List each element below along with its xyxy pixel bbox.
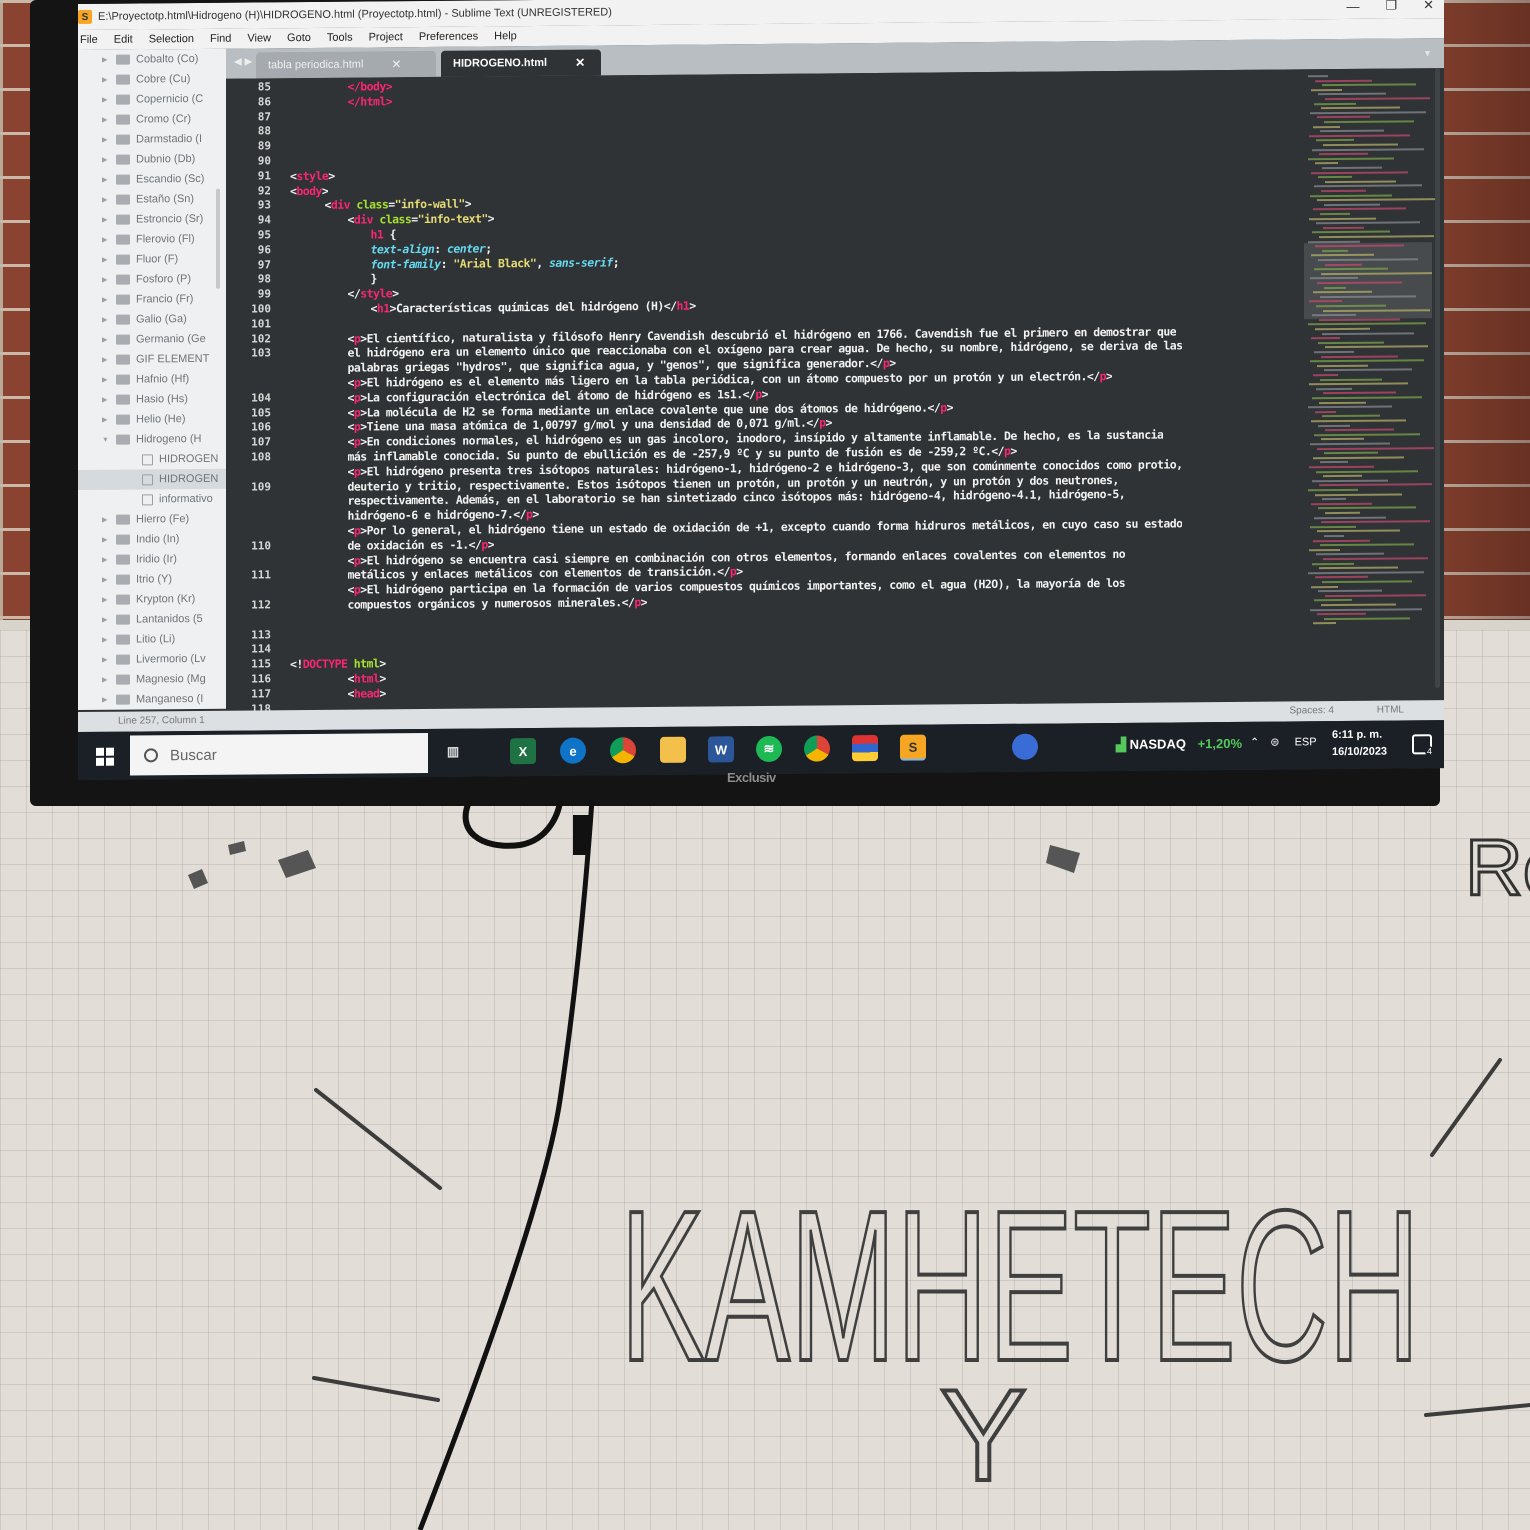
cable-connector <box>573 815 589 855</box>
corner-handwriting: Re <box>1465 823 1530 912</box>
tape-residue <box>188 841 1080 889</box>
power-cable <box>417 799 595 1530</box>
y-handwriting: Y <box>940 1362 1027 1508</box>
whiteboard-drawing: KAMHETECH Y Re <box>188 798 1530 1530</box>
hdmi-cable <box>462 798 563 849</box>
